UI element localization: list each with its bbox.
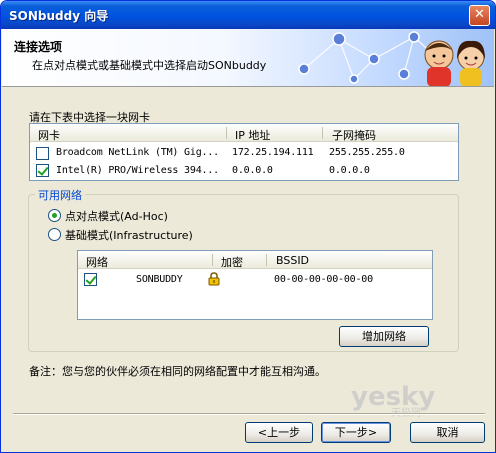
page-title: 连接选项: [14, 40, 63, 54]
network-checkbox[interactable]: [84, 273, 97, 286]
adapter-checkbox[interactable]: [36, 147, 49, 160]
column-header-encryption[interactable]: 加密: [221, 254, 243, 270]
close-icon: ✕: [474, 7, 485, 22]
column-divider[interactable]: [226, 127, 227, 139]
column-header-bssid[interactable]: BSSID: [276, 254, 309, 267]
network-list[interactable]: 网络 加密 BSSID SONBUDDY 00-00-00-00-00-00: [77, 250, 433, 320]
infrastructure-radio[interactable]: [48, 228, 61, 241]
adapter-ip: 0.0.0.0: [232, 165, 273, 176]
close-button[interactable]: ✕: [469, 5, 490, 26]
header-banner: 连接选项 在点对点模式或基础模式中选择启动SONbuddy: [2, 29, 494, 87]
adapter-list-header: 网卡 IP 地址 子网掩码: [30, 124, 458, 142]
network-name: SONBUDDY: [136, 274, 183, 285]
note-text: 备注：您与您的伙伴必须在相同的网络配置中才能互相沟通。: [29, 365, 326, 378]
adapter-row[interactable]: Broadcom NetLink (TM) Gig... 172.25.194.…: [30, 144, 458, 162]
adapter-checkbox[interactable]: [36, 164, 49, 177]
adhoc-radio[interactable]: [48, 209, 61, 222]
lock-icon: [208, 272, 220, 286]
adapter-list[interactable]: 网卡 IP 地址 子网掩码 Broadcom NetLink (TM) Gig.…: [29, 123, 459, 181]
buddy-logo-icon: [298, 31, 485, 86]
watermark-subtext: 天极网: [391, 406, 421, 417]
adapter-ip: 172.25.194.111: [232, 147, 314, 158]
network-row[interactable]: SONBUDDY 00-00-00-00-00-00: [78, 271, 432, 289]
column-header-ip[interactable]: IP 地址: [235, 127, 270, 143]
footer-divider: [13, 413, 485, 415]
next-button[interactable]: 下一步>: [321, 422, 391, 443]
yesky-watermark-logo: yesky 天极网: [351, 383, 435, 417]
add-network-button[interactable]: 增加网络: [339, 326, 429, 347]
column-divider[interactable]: [212, 254, 213, 266]
available-networks-legend: 可用网络: [35, 187, 85, 203]
back-button[interactable]: <上一步: [245, 422, 313, 443]
column-header-mask[interactable]: 子网掩码: [332, 127, 376, 143]
column-header-network[interactable]: 网络: [86, 254, 108, 270]
window-title: SONbuddy 向导: [9, 9, 109, 23]
column-header-adapter[interactable]: 网卡: [38, 127, 60, 143]
adapter-row[interactable]: Intel(R) PRO/Wireless 394... 0.0.0.0 0.0…: [30, 162, 458, 180]
adapter-name: Intel(R) PRO/Wireless 394...: [56, 165, 219, 176]
page-subtitle: 在点对点模式或基础模式中选择启动SONbuddy: [32, 59, 267, 72]
wizard-window: SONbuddy 向导 ✕ 连接选项 在点对点模式或基础模式中选择启动SONbu…: [0, 0, 496, 453]
network-list-header: 网络 加密 BSSID: [78, 251, 432, 269]
network-bssid: 00-00-00-00-00-00: [274, 274, 373, 285]
infrastructure-radio-label[interactable]: 基础模式(Infrastructure): [65, 227, 193, 243]
adapter-mask: 0.0.0.0: [329, 165, 370, 176]
adapter-mask: 255.255.255.0: [329, 147, 405, 158]
title-bar[interactable]: SONbuddy 向导 ✕: [1, 1, 495, 29]
adapter-name: Broadcom NetLink (TM) Gig...: [56, 147, 219, 158]
column-divider[interactable]: [322, 127, 323, 139]
adhoc-radio-label[interactable]: 点对点模式(Ad-Hoc): [65, 208, 168, 224]
column-divider[interactable]: [266, 254, 267, 266]
cancel-button[interactable]: 取消: [410, 422, 485, 443]
